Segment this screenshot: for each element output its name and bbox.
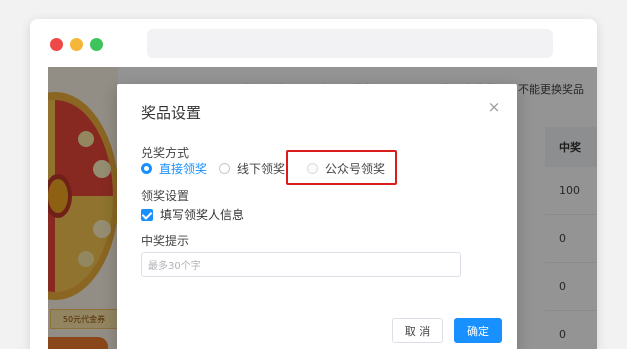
radio-circle-icon: [219, 162, 231, 174]
claim-info-checkbox-row[interactable]: 填写领奖人信息: [141, 206, 244, 223]
dialog-title: 奖品设置: [141, 104, 202, 122]
browser-chrome: [30, 19, 597, 67]
checkbox-label: 填写领奖人信息: [160, 208, 245, 222]
prize-settings-dialog: 奖品设置 × 兑奖方式 直接领奖 线下领奖 公众号领奖 领奖设置 填写领奖人信息…: [117, 84, 517, 349]
claim-settings-label: 领奖设置: [141, 189, 190, 203]
redeem-method-label: 兑奖方式: [141, 146, 190, 160]
maximize-window-dot[interactable]: [90, 38, 103, 51]
input-placeholder: 最多30个字: [148, 261, 201, 272]
radio-direct-redeem[interactable]: 直接领奖: [141, 160, 207, 177]
close-window-dot[interactable]: [50, 38, 63, 51]
highlight-annotation-box: [286, 150, 397, 185]
close-icon[interactable]: ×: [487, 100, 501, 115]
radio-circle-icon: [141, 162, 152, 174]
radio-label: 直接领奖: [159, 161, 208, 176]
win-hint-input[interactable]: 最多30个字: [141, 252, 461, 277]
radio-offline-redeem[interactable]: 线下领奖: [219, 160, 285, 177]
radio-label: 线下领奖: [237, 161, 286, 176]
confirm-button[interactable]: 确定: [454, 318, 502, 343]
address-bar[interactable]: [147, 29, 553, 58]
cancel-button[interactable]: 取 消: [392, 318, 443, 343]
checkbox-checked-icon[interactable]: [141, 208, 153, 221]
win-hint-label: 中奖提示: [141, 234, 190, 248]
minimize-window-dot[interactable]: [70, 38, 83, 51]
